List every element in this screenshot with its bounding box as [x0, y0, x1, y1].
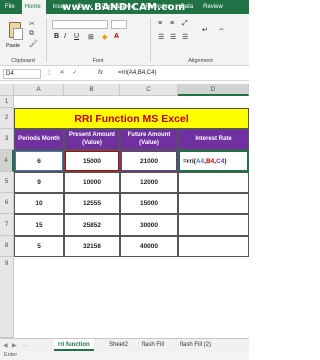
fill-color-icon[interactable]: ◆: [102, 33, 107, 41]
formula-ref-c4: C4: [216, 157, 225, 165]
align-left-icon[interactable]: ☰: [158, 33, 164, 41]
status-bar-mode: Enter: [0, 351, 249, 360]
formula-suffix: ): [224, 157, 227, 165]
cell-c7[interactable]: 30000: [120, 214, 178, 236]
cell-c5[interactable]: 12000: [120, 172, 178, 193]
sheet-tab-flash-fill-2[interactable]: flash Fill (2): [176, 339, 215, 351]
format-painter-icon[interactable]: 🖌: [29, 40, 38, 48]
cut-icon[interactable]: ✂: [29, 20, 35, 28]
header-present-amount[interactable]: Present Amount (Value): [64, 129, 120, 150]
sheet-tab-flash-fill[interactable]: flash Fill: [138, 339, 168, 351]
cell-b4[interactable]: 15000: [64, 150, 120, 172]
align-center-icon[interactable]: ☰: [170, 33, 176, 41]
cell-a4[interactable]: 6: [14, 150, 64, 172]
row-header-3[interactable]: 3: [0, 129, 14, 150]
row-header-9[interactable]: 9: [0, 257, 14, 338]
italic-icon[interactable]: I: [64, 33, 66, 40]
row-header-8[interactable]: 8: [0, 236, 14, 257]
header-future-amount[interactable]: Future Amount (Value): [120, 129, 178, 150]
scroll-right-icon[interactable]: ▶: [12, 342, 17, 349]
font-size-dropdown[interactable]: [111, 20, 127, 29]
merge-center-icon[interactable]: ⇔: [218, 26, 225, 33]
row-header-5[interactable]: 5: [0, 172, 14, 193]
cell-c8[interactable]: 40000: [120, 236, 178, 257]
font-group: B I U ⊞ ◆ A Font: [48, 14, 148, 66]
cell-b6[interactable]: 12555: [64, 193, 120, 214]
insert-function-icon[interactable]: fx: [98, 69, 103, 76]
row-header-4[interactable]: 4: [0, 150, 14, 172]
header-interest-rate[interactable]: Interest Rate: [178, 129, 249, 150]
alignment-group-label: Alignment: [188, 58, 213, 64]
scroll-left-icon[interactable]: ◀: [3, 342, 8, 349]
align-right-icon[interactable]: ☰: [182, 33, 188, 41]
clipboard-group: Paste ✂ ⧉ 🖌 Clipboard: [0, 14, 46, 66]
column-header-b[interactable]: B: [64, 84, 120, 96]
formula-ref-a4: A4: [195, 157, 205, 165]
align-top-icon[interactable]: ≡: [158, 20, 162, 27]
clipboard-group-label: Clipboard: [11, 58, 35, 64]
tab-file[interactable]: File: [0, 0, 20, 14]
more-sheets-icon[interactable]: …: [22, 342, 28, 348]
cell-a5[interactable]: 9: [14, 172, 64, 193]
row-header-1[interactable]: 1: [0, 96, 14, 108]
sheet-tab-sheet2[interactable]: Sheet2: [105, 339, 132, 351]
cell-b8[interactable]: 32156: [64, 236, 120, 257]
cell-a7[interactable]: 15: [14, 214, 64, 236]
cell-d5[interactable]: [178, 172, 249, 193]
cell-b5[interactable]: 10000: [64, 172, 120, 193]
ribbon-home: Paste ✂ ⧉ 🖌 Clipboard B I U ⊞ ◆ A Font ≡…: [0, 14, 249, 66]
borders-icon[interactable]: ⊞: [88, 33, 94, 41]
cell-b7[interactable]: 25852: [64, 214, 120, 236]
recorder-watermark: www.BANDICAM.com: [62, 2, 186, 13]
formula-prefix: =rri(: [183, 157, 196, 165]
alignment-group: ≡ ≡ ⤢ ☰ ☰ ☰ ↵ ⇔ Alignment: [152, 14, 249, 66]
header-periods[interactable]: Periods Month: [14, 129, 64, 150]
worksheet-grid: A B C D 1 2 3 4 5 6 7 8 9 RRI Function M…: [0, 84, 249, 338]
name-box[interactable]: D4: [3, 69, 41, 79]
formula-input[interactable]: =rri(A4,B4,C4): [118, 70, 157, 76]
cell-c6[interactable]: 15000: [120, 193, 178, 214]
divider: [150, 18, 151, 62]
formula-bar: D4 ⋮ ✕ ✓ fx =rri(A4,B4,C4): [0, 67, 249, 81]
tab-review[interactable]: Review: [198, 0, 228, 14]
cell-a8[interactable]: 5: [14, 236, 64, 257]
row-header-2[interactable]: 2: [0, 108, 14, 129]
cell-d4-editing[interactable]: =rri(A4, B4, C4): [178, 150, 249, 172]
sheet-tab-rri-function[interactable]: rri function: [54, 339, 94, 351]
title-cell[interactable]: RRI Function MS Excel: [14, 108, 249, 129]
paste-sheet-icon: [13, 28, 23, 40]
formula-ref-b4: B4: [205, 157, 215, 165]
font-color-icon[interactable]: A: [114, 33, 119, 40]
column-header-c[interactable]: C: [120, 84, 178, 96]
column-header-a[interactable]: A: [14, 84, 64, 96]
wrap-text-icon[interactable]: ↵: [202, 26, 208, 34]
sheet-tab-bar: ◀ ▶ … rri function Sheet2 flash Fill fla…: [0, 338, 249, 351]
select-all-corner[interactable]: [0, 84, 14, 96]
column-header-d[interactable]: D: [178, 84, 249, 96]
cell-d6[interactable]: [178, 193, 249, 214]
cell-a6[interactable]: 10: [14, 193, 64, 214]
bold-icon[interactable]: B: [54, 33, 59, 40]
font-name-dropdown[interactable]: [52, 20, 108, 29]
underline-icon[interactable]: U: [74, 33, 79, 40]
font-group-label: Font: [92, 58, 104, 64]
row-header-7[interactable]: 7: [0, 214, 14, 236]
paste-button[interactable]: Paste: [6, 20, 24, 49]
cell-c4[interactable]: 21000: [120, 150, 178, 172]
cell-d8[interactable]: [178, 236, 249, 257]
row-header-6[interactable]: 6: [0, 193, 14, 214]
copy-icon[interactable]: ⧉: [29, 30, 34, 38]
cell-d7[interactable]: [178, 214, 249, 236]
formula-bar-buttons[interactable]: ⋮ ✕ ✓: [46, 69, 80, 76]
paste-label: Paste: [6, 43, 21, 49]
align-middle-icon[interactable]: ≡: [170, 20, 174, 27]
divider: [46, 18, 47, 62]
orientation-icon[interactable]: ⤢: [182, 20, 188, 28]
